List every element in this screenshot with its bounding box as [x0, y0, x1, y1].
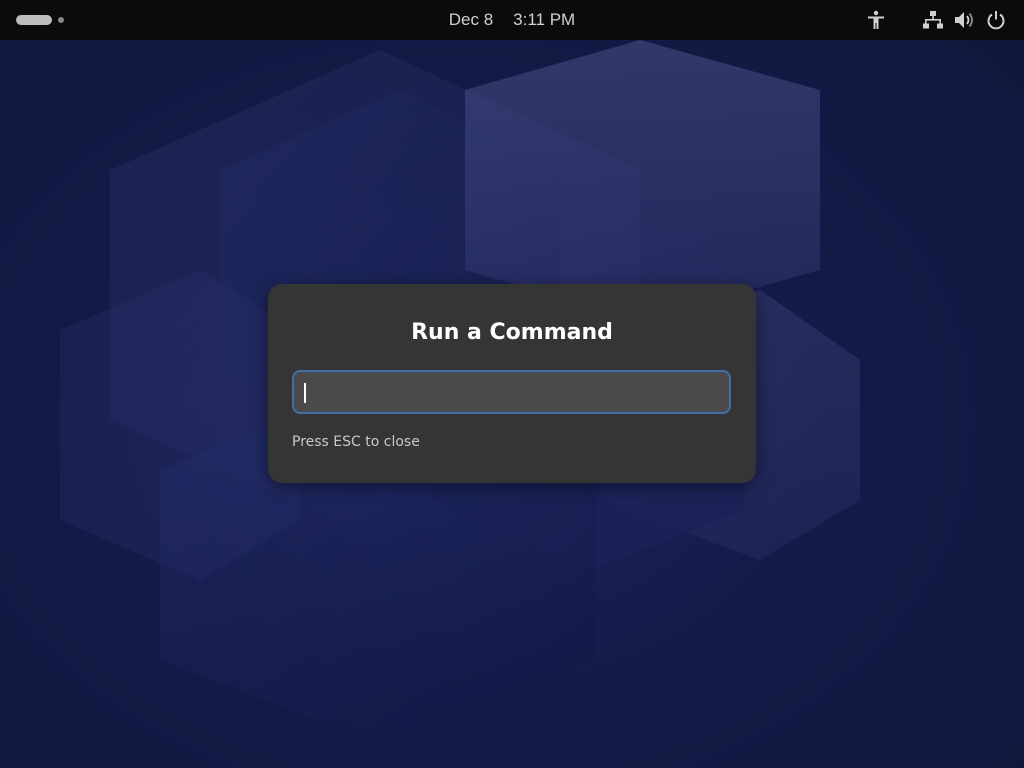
power-icon[interactable]: [986, 10, 1006, 30]
dialog-title: Run a Command: [411, 320, 613, 345]
accessibility-icon[interactable]: [866, 10, 886, 30]
command-entry[interactable]: [292, 370, 731, 414]
close-hint: Press ESC to close: [292, 434, 420, 450]
command-input[interactable]: [294, 372, 729, 412]
volume-icon[interactable]: [954, 10, 976, 30]
activities-button[interactable]: [16, 13, 76, 27]
network-wired-icon[interactable]: [922, 10, 944, 30]
system-status-menu[interactable]: [922, 0, 1006, 40]
text-caret: [304, 383, 306, 403]
accessibility-menu[interactable]: [866, 0, 886, 40]
active-workspace-indicator: [16, 15, 52, 25]
run-command-dialog: Run a Command Press ESC to close: [268, 284, 756, 483]
top-bar: Dec 8 3:11 PM: [0, 0, 1024, 40]
workspace-indicator: [58, 17, 64, 23]
clock-time[interactable]: 3:11 PM: [513, 10, 575, 30]
clock-date[interactable]: Dec 8: [449, 10, 493, 30]
